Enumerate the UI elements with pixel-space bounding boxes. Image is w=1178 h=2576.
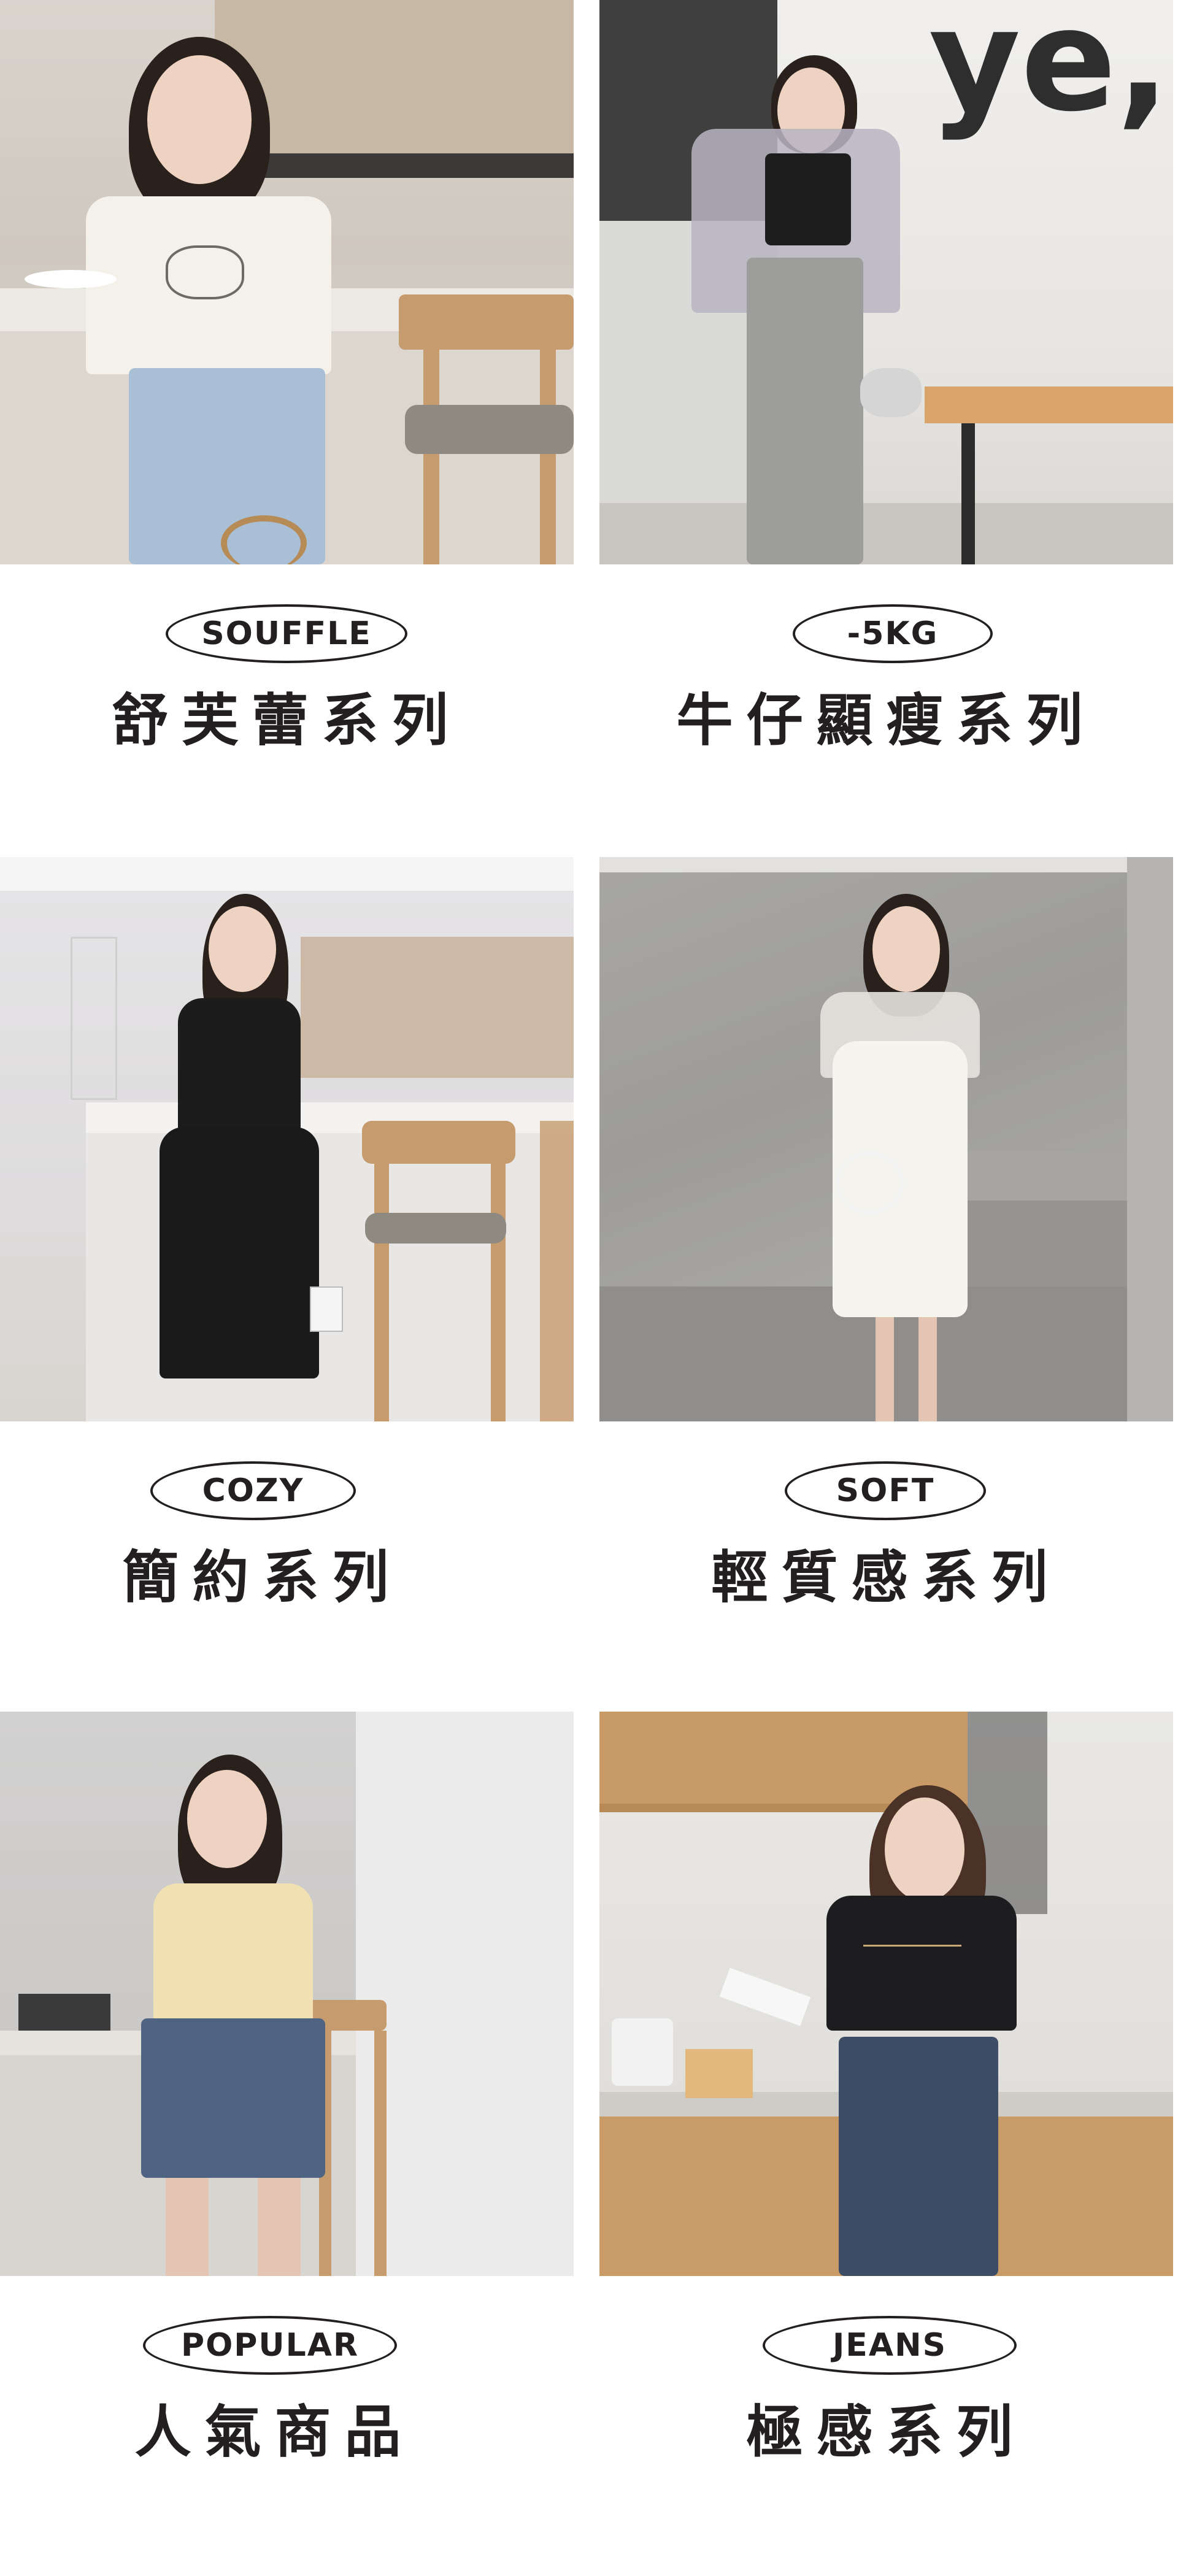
category-tag: JEANS <box>763 2316 1017 2375</box>
category-photo[interactable] <box>0 857 574 1421</box>
category-title: 人氣商品 <box>134 2399 415 2465</box>
category-photo[interactable] <box>599 857 1173 1421</box>
category-tag: COZY <box>150 1461 356 1520</box>
category-photo[interactable] <box>0 1712 574 2276</box>
category-title: 輕質感系列 <box>711 1545 1061 1610</box>
category-tag: POPULAR <box>143 2316 397 2375</box>
category-title: 舒芙蕾系列 <box>112 688 462 753</box>
category-tag: SOUFFLE <box>166 604 407 663</box>
category-title: 簡約系列 <box>122 1545 402 1610</box>
category-title: 牛仔顯瘦系列 <box>676 688 1096 753</box>
category-photo[interactable] <box>599 1712 1173 2276</box>
category-card-souffle[interactable]: SOUFFLE 舒芙蕾系列 <box>0 0 574 753</box>
category-card-cozy[interactable]: COZY 簡約系列 <box>0 857 574 1610</box>
category-card-soft[interactable]: SOFT 輕質感系列 <box>599 857 1173 1610</box>
category-photo[interactable]: ye, <box>599 0 1173 564</box>
category-title: 極感系列 <box>746 2399 1026 2465</box>
category-tag: -5KG <box>793 604 993 663</box>
category-card-popular[interactable]: POPULAR 人氣商品 <box>0 1712 574 2465</box>
category-grid: SOUFFLE 舒芙蕾系列 ye, -5KG 牛仔顯瘦系列 COZY 簡約系列 … <box>0 0 1178 2576</box>
wall-lettering: ye, <box>928 0 1170 143</box>
category-card-5kg[interactable]: ye, -5KG 牛仔顯瘦系列 <box>599 0 1173 753</box>
category-tag: SOFT <box>785 1461 986 1520</box>
category-photo[interactable] <box>0 0 574 564</box>
category-card-jeans[interactable]: JEANS 極感系列 <box>599 1712 1173 2465</box>
